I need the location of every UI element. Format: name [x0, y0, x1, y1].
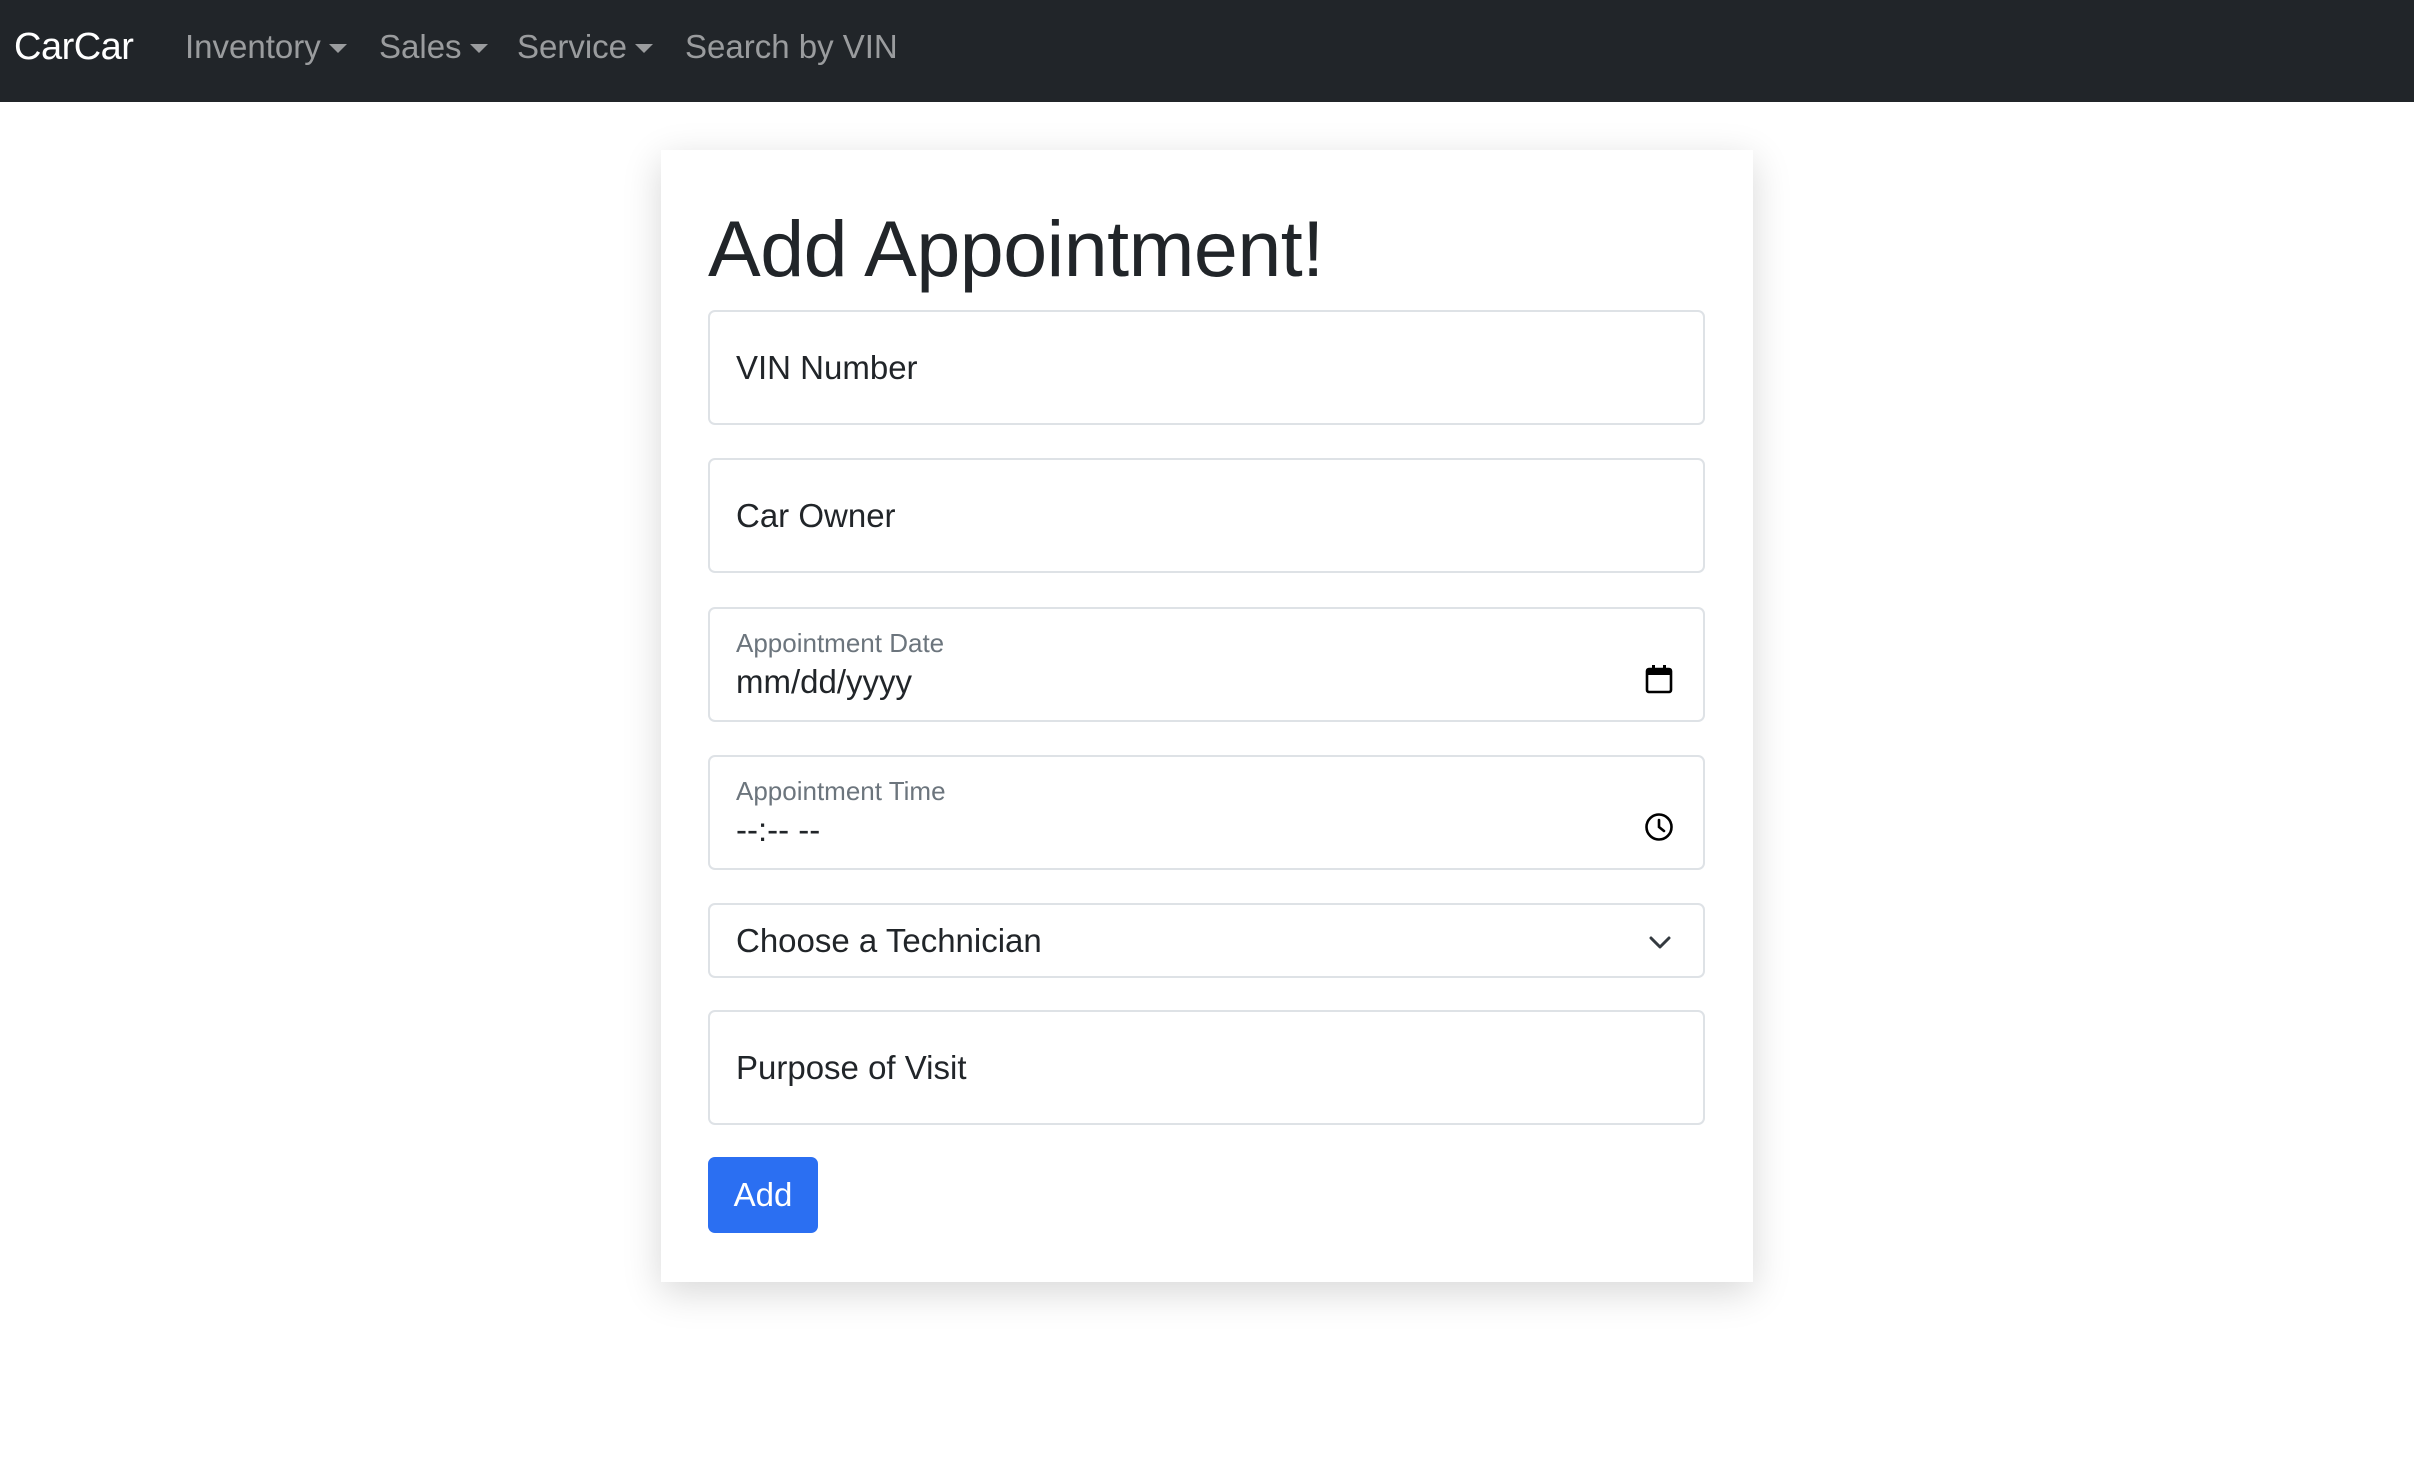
car-owner-placeholder: Car Owner [736, 497, 896, 534]
appointment-time-label: Appointment Time [736, 776, 946, 806]
nav-search-by-vin-link[interactable]: Search by VIN [685, 24, 898, 70]
car-owner-input[interactable]: Car Owner [708, 458, 1705, 573]
caret-down-icon [635, 43, 654, 53]
technician-select[interactable]: Choose a Technician [708, 903, 1705, 978]
appointment-form-card: Add Appointment! VIN Number Car Owner Ap… [661, 150, 1753, 1282]
nav-service-label: Service [517, 28, 628, 65]
appointment-date-label: Appointment Date [736, 628, 945, 658]
caret-down-icon [328, 43, 347, 53]
brand-link[interactable]: CarCar [14, 24, 134, 70]
add-button[interactable]: Add [708, 1157, 818, 1233]
appointment-time-value: --:-- -- [736, 811, 821, 848]
nav-inventory-label: Inventory [185, 28, 321, 65]
appointment-date-input[interactable]: Appointment Date mm/dd/yyyy [708, 607, 1705, 722]
vin-number-placeholder: VIN Number [736, 349, 918, 386]
nav-sales-label: Sales [379, 28, 462, 65]
navbar: CarCar Inventory Sales Service Search by… [0, 0, 2414, 102]
appointment-date-value: mm/dd/yyyy [736, 663, 913, 700]
clock-icon[interactable] [1643, 811, 1675, 843]
page-title: Add Appointment! [708, 204, 1324, 293]
nav-service-dropdown[interactable]: Service [517, 24, 654, 70]
nav-search-by-vin-label: Search by VIN [685, 28, 898, 65]
purpose-of-visit-placeholder: Purpose of Visit [736, 1049, 967, 1086]
caret-down-icon [469, 43, 488, 53]
technician-select-value: Choose a Technician [736, 922, 1042, 959]
nav-inventory-dropdown[interactable]: Inventory [185, 24, 347, 70]
appointment-time-input[interactable]: Appointment Time --:-- -- [708, 755, 1705, 870]
calendar-icon[interactable] [1643, 663, 1675, 695]
purpose-of-visit-input[interactable]: Purpose of Visit [708, 1010, 1705, 1125]
chevron-down-icon [1649, 936, 1671, 949]
nav-sales-dropdown[interactable]: Sales [379, 24, 488, 70]
vin-number-input[interactable]: VIN Number [708, 310, 1705, 425]
